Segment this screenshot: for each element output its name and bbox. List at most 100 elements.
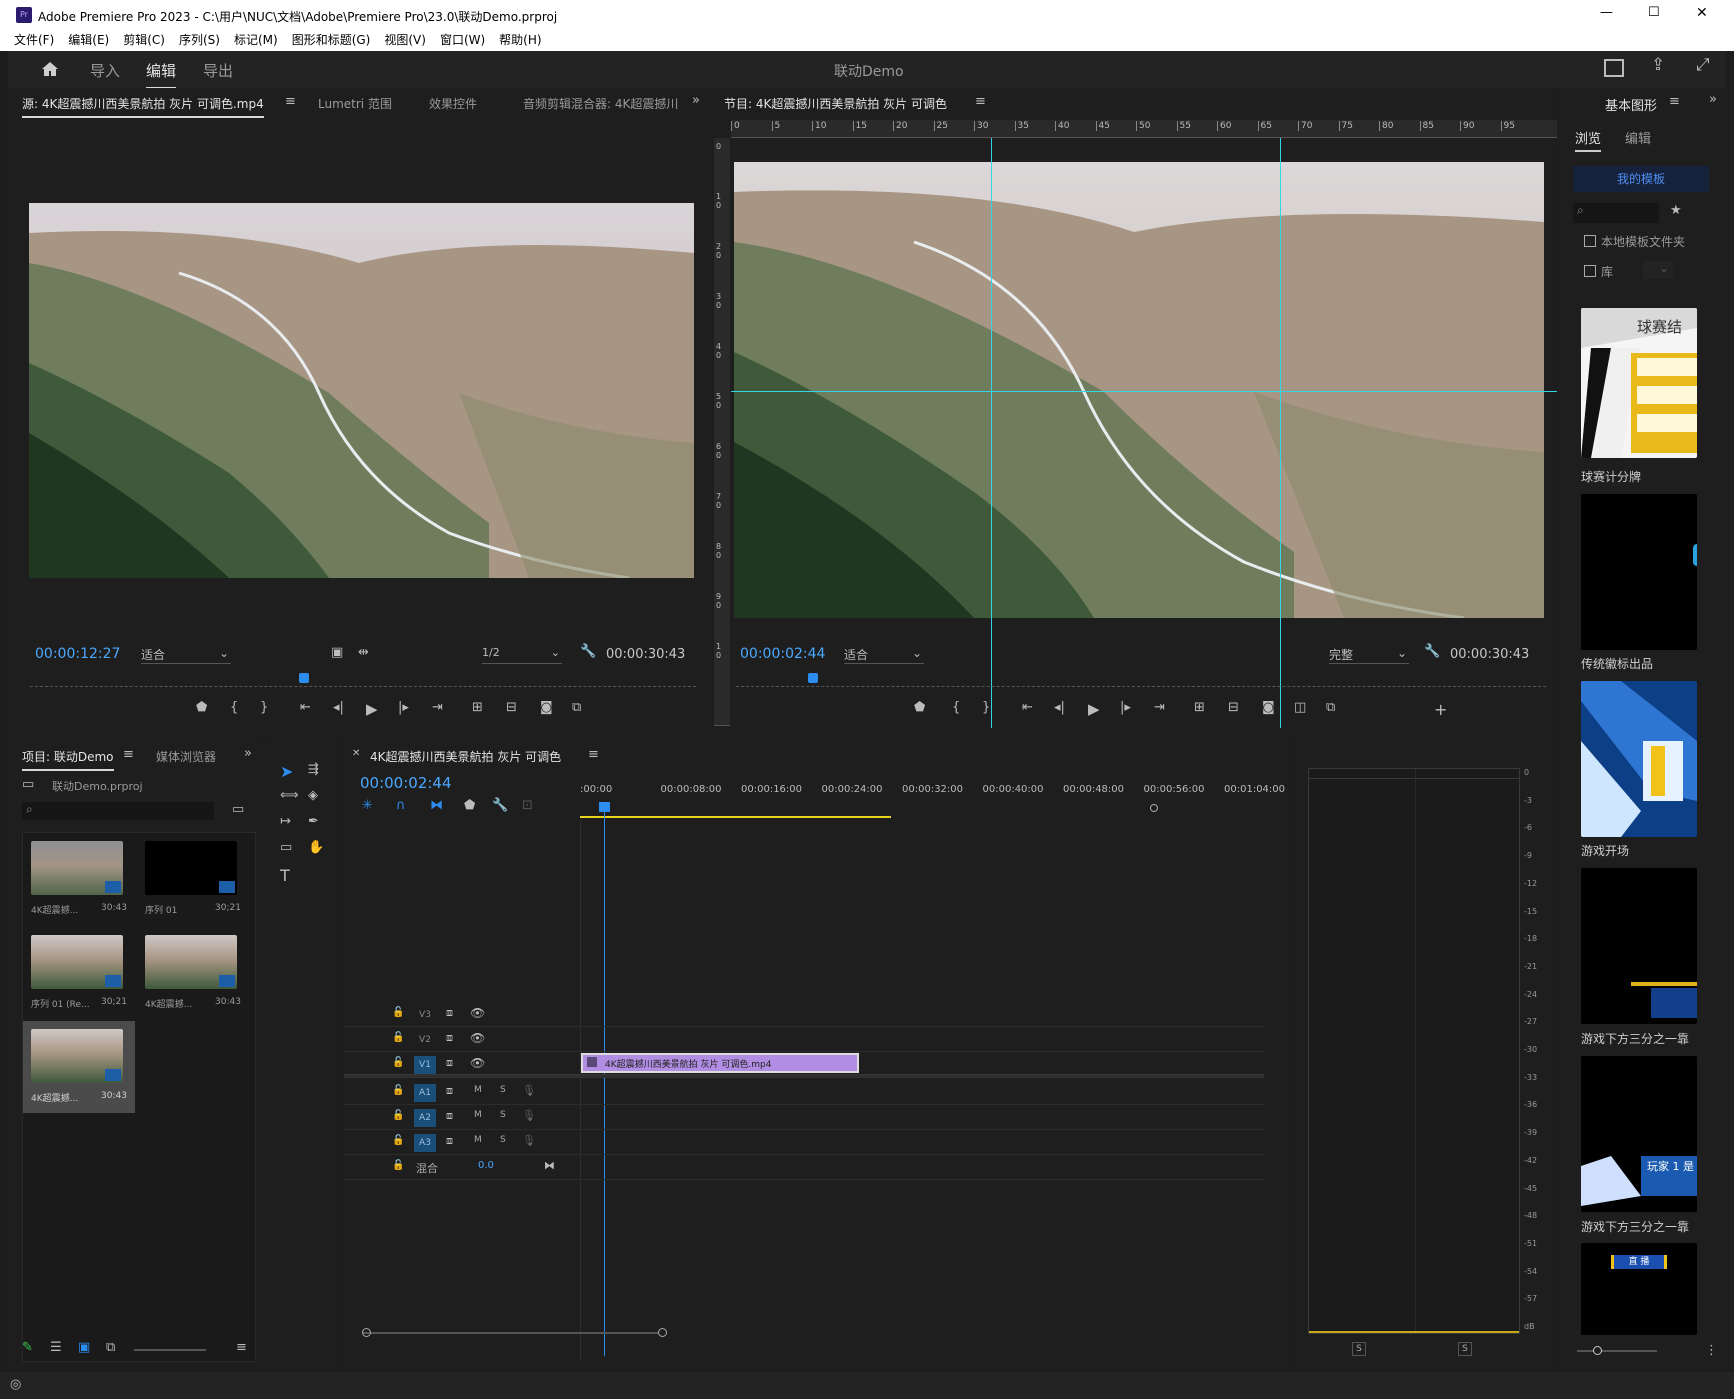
timeline-horizontal-scroll[interactable] bbox=[362, 1328, 1262, 1338]
template-zoom-slider[interactable] bbox=[1577, 1346, 1657, 1355]
work-area-bar[interactable] bbox=[580, 816, 891, 818]
panel-menu-icon[interactable]: ≡ bbox=[975, 94, 986, 109]
source-scrub-bar[interactable] bbox=[30, 673, 696, 687]
step-forward-icon[interactable]: |▸ bbox=[1120, 700, 1131, 715]
toggle-proxy-icon[interactable]: ⧉ bbox=[1326, 700, 1335, 715]
mark-out-icon[interactable]: } bbox=[982, 700, 990, 715]
mix-volume[interactable]: 0.0 bbox=[478, 1160, 494, 1171]
template-thumbnail-lower-third-2[interactable]: 玩家 1 是 bbox=[1581, 1056, 1697, 1212]
solo-button[interactable]: S bbox=[500, 1085, 506, 1095]
program-fit-dropdown[interactable]: 适合 ⌄ bbox=[844, 646, 924, 664]
type-tool-icon[interactable]: T bbox=[280, 866, 290, 885]
tab-browse[interactable]: 浏览 bbox=[1575, 128, 1602, 152]
share-icon[interactable]: ⇪ bbox=[1651, 55, 1665, 75]
template-thumbnail-live[interactable]: 直 播 bbox=[1581, 1243, 1697, 1335]
tab-project[interactable]: 项目: 联动Demo bbox=[22, 748, 114, 771]
workspace-tab-import[interactable]: 导入 bbox=[90, 60, 120, 81]
eye-icon[interactable]: 👁 bbox=[470, 1056, 485, 1070]
close-button[interactable]: ✕ bbox=[1696, 5, 1708, 21]
lock-icon[interactable]: 🔓 bbox=[392, 1160, 404, 1171]
home-icon[interactable] bbox=[40, 59, 60, 79]
export-frame-icon[interactable]: ◙ bbox=[1262, 700, 1275, 715]
sync-lock-icon[interactable]: ⧈ bbox=[446, 1031, 453, 1045]
tab-program[interactable]: 节目: 4K超震撼川西美景航拍 灰片 可调色 bbox=[724, 95, 947, 112]
template-thumbnail-game-open[interactable] bbox=[1581, 681, 1697, 837]
my-templates-button[interactable]: 我的模板 bbox=[1573, 166, 1709, 192]
track-label[interactable]: A2 bbox=[414, 1109, 436, 1127]
export-frame-icon[interactable]: ◙ bbox=[540, 700, 553, 715]
video-track-header[interactable]: 🔓 V2 ⧈ 👁 bbox=[344, 1028, 1264, 1052]
mute-button[interactable]: M bbox=[474, 1135, 482, 1145]
template-thumbnail-logo[interactable] bbox=[1581, 494, 1697, 650]
guide-vertical-2[interactable] bbox=[1280, 138, 1281, 728]
sync-lock-icon[interactable]: ⧈ bbox=[446, 1084, 453, 1098]
pen-tool-icon[interactable]: ✒ bbox=[308, 814, 319, 829]
project-item[interactable]: 序列 01 30;21 bbox=[145, 841, 241, 921]
eye-icon[interactable]: 👁 bbox=[470, 1031, 485, 1045]
video-track-header[interactable]: 🔓 V1 ⧈ 👁 bbox=[344, 1053, 1264, 1077]
more-tabs-icon[interactable]: » bbox=[692, 93, 700, 108]
essential-graphics-title[interactable]: 基本图形 bbox=[1605, 95, 1657, 114]
nest-icon[interactable]: ✳ bbox=[362, 798, 373, 813]
mic-icon[interactable]: 🎙 bbox=[522, 1134, 536, 1147]
video-track-header[interactable]: 🔓 V3 ⧈ 👁 bbox=[344, 1003, 1264, 1027]
insert-icon[interactable]: ⊞ bbox=[472, 700, 483, 715]
overwrite-icon[interactable]: ⊟ bbox=[506, 700, 517, 715]
tab-sequence[interactable]: 4K超震撼川西美景航拍 灰片 可调色 bbox=[370, 748, 561, 765]
panel-menu-icon[interactable]: ⋮ bbox=[1705, 1343, 1718, 1358]
more-tabs-icon[interactable]: » bbox=[1709, 92, 1717, 107]
lift-icon[interactable]: ⊞ bbox=[1194, 700, 1205, 715]
maximize-button[interactable]: ☐ bbox=[1648, 5, 1660, 20]
mic-icon[interactable]: 🎙 bbox=[522, 1109, 536, 1122]
menu-item[interactable]: 图形和标题(G) bbox=[292, 33, 371, 47]
track-label[interactable]: V1 bbox=[414, 1056, 436, 1074]
menu-item[interactable]: 文件(F) bbox=[14, 33, 54, 47]
captions-icon[interactable]: ⊡ bbox=[522, 798, 533, 813]
program-quality-dropdown[interactable]: 完整 ⌄ bbox=[1329, 646, 1409, 664]
play-icon[interactable]: ▶ bbox=[366, 700, 378, 718]
sync-lock-icon[interactable]: ⧈ bbox=[446, 1056, 453, 1070]
selection-tool-icon[interactable]: ➤ bbox=[280, 762, 293, 781]
play-icon[interactable]: ▶ bbox=[1088, 700, 1100, 718]
hand-tool-icon[interactable]: ✋ bbox=[308, 840, 324, 855]
local-folder-checkbox[interactable] bbox=[1584, 235, 1596, 247]
wrench-icon[interactable]: 🔧 bbox=[580, 644, 596, 659]
project-search-input[interactable]: ⌕ bbox=[22, 802, 214, 820]
tab-lumetri[interactable]: Lumetri 范围 bbox=[318, 95, 392, 112]
panel-menu-icon[interactable]: ≡ bbox=[1669, 94, 1680, 109]
template-thumbnail-lower-third-1[interactable] bbox=[1581, 868, 1697, 1024]
project-item[interactable]: 4K超震撼... 30:43 bbox=[145, 935, 241, 1015]
solo-button[interactable]: S bbox=[500, 1110, 506, 1120]
drag-audio-icon[interactable]: ⇹ bbox=[358, 645, 369, 660]
solo-button[interactable]: S bbox=[500, 1135, 506, 1145]
go-to-end-icon[interactable]: ⧓ bbox=[544, 1159, 555, 1172]
project-item-selected[interactable]: 4K超震撼... 30:43 bbox=[23, 1021, 135, 1113]
menu-item[interactable]: 编辑(E) bbox=[68, 33, 109, 47]
mark-out-icon[interactable]: } bbox=[260, 700, 268, 715]
mute-button[interactable]: M bbox=[474, 1110, 482, 1120]
panel-menu-icon[interactable]: ≡ bbox=[123, 747, 134, 762]
tab-effect-controls[interactable]: 效果控件 bbox=[429, 95, 477, 112]
track-select-tool-icon[interactable]: ⇶ bbox=[308, 762, 319, 777]
program-timecode[interactable]: 00:00:02:44 bbox=[740, 646, 825, 662]
wrench-icon[interactable]: 🔧 bbox=[492, 798, 508, 813]
panel-menu-icon[interactable]: ≡ bbox=[285, 94, 296, 109]
add-marker-icon[interactable]: ⬟ bbox=[914, 700, 925, 715]
template-thumbnail-scoreboard[interactable]: 球赛结 bbox=[1581, 308, 1697, 458]
lock-icon[interactable]: 🔓 bbox=[392, 1110, 404, 1121]
mic-icon[interactable]: 🎙 bbox=[522, 1084, 536, 1097]
source-playhead[interactable] bbox=[298, 673, 309, 683]
ripple-edit-tool-icon[interactable]: ⟺ bbox=[280, 788, 299, 803]
project-item[interactable]: 序列 01 (Re... 30;21 bbox=[31, 935, 127, 1015]
panel-menu-icon[interactable]: ≡ bbox=[588, 747, 599, 762]
source-resolution-dropdown[interactable]: 1/2 ⌄ bbox=[482, 646, 562, 664]
tab-audio-mixer[interactable]: 音频剪辑混合器: 4K超震撼川 bbox=[523, 95, 678, 112]
menu-item[interactable]: 视图(V) bbox=[384, 33, 426, 47]
guide-horizontal[interactable] bbox=[731, 391, 1557, 392]
audio-track-header[interactable]: 🔓 A1 ⧈ M S 🎙 bbox=[344, 1081, 1264, 1105]
sync-lock-icon[interactable]: ⧈ bbox=[446, 1109, 453, 1123]
program-playhead[interactable] bbox=[808, 673, 818, 683]
track-label[interactable]: A1 bbox=[414, 1084, 436, 1102]
step-back-icon[interactable]: ◂| bbox=[1054, 700, 1065, 715]
source-timecode[interactable]: 00:00:12:27 bbox=[35, 646, 120, 662]
